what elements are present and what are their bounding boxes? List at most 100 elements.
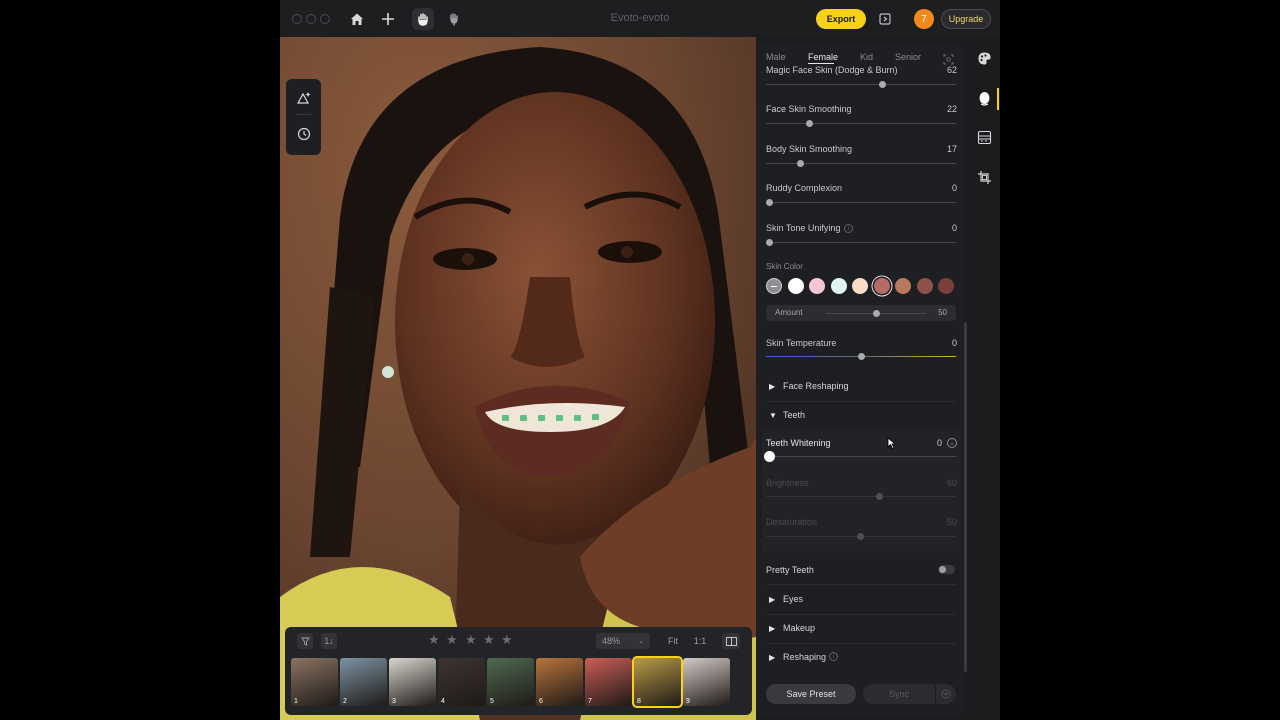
brightness-value: 60 [946,478,957,488]
crop-icon[interactable] [975,168,993,186]
face-skin-smoothing-track[interactable] [766,123,956,124]
info-icon[interactable]: i [844,224,853,233]
skin-temperature-label: Skin Temperature [766,338,837,348]
sync-settings-icon[interactable] [936,684,956,704]
thumbnail[interactable]: 9 [683,658,730,706]
body-skin-smoothing-knob[interactable] [797,160,805,167]
reshaping-section[interactable]: ▶ Reshaping i [756,644,964,672]
expand-arrow-icon: ▶ [769,382,776,391]
rating-star-3[interactable]: ★ [465,632,477,648]
face-skin-smoothing-knob[interactable] [806,120,814,127]
thumbnail[interactable]: 4 [438,658,485,706]
photo-canvas[interactable]: 1↓ ★ ★ ★ ★ ★ 48% ⌄ Fit 1:1 1 2 3 4 5 6 7 8 9 [280,37,756,720]
thumbnail[interactable]: 3 [389,658,436,706]
fit-button[interactable]: Fit [662,633,684,649]
export-panel-icon[interactable] [874,8,896,30]
left-toolbox [286,79,321,155]
filter-icon[interactable] [297,633,313,649]
thumbnail-number: 6 [539,698,543,705]
history-icon[interactable] [295,125,313,143]
thumbnail-number: 5 [490,698,494,705]
rating-star-4[interactable]: ★ [483,632,495,648]
background-icon[interactable] [975,128,993,146]
rating-star-2[interactable]: ★ [446,632,458,648]
thumbnail[interactable]: 2 [340,658,387,706]
face-reshaping-label: Face Reshaping [783,381,849,391]
active-tab-underline [808,63,834,64]
upgrade-button[interactable]: Upgrade [941,9,991,29]
brightness-knob [876,493,883,500]
pretty-teeth-toggle[interactable] [938,565,955,574]
ruddy-complexion-track[interactable] [766,202,956,203]
app-window: Evoto-evoto Export 7 Upgrade 1↓ ★ ★ ★ ★ … [280,0,1000,720]
thumbnail-number: 7 [588,698,592,705]
zoom-value: 48% [602,636,621,646]
compare-icon[interactable] [722,633,740,649]
thumbnail[interactable]: 8 [632,656,683,708]
teeth-section[interactable]: ▼ Teeth [756,402,964,430]
teeth-label: Teeth [783,410,806,420]
magic-face-skin-dodge-burn-knob[interactable] [879,81,887,88]
divider [766,584,956,585]
skin-color-swatch[interactable] [873,278,890,294]
palette-icon[interactable] [975,49,993,67]
notification-badge[interactable]: 7 [914,9,934,29]
magic-adjust-icon[interactable] [295,89,313,107]
desaturation-label: Desaturation [766,517,818,527]
mouse-cursor-icon [887,437,896,449]
sync-button[interactable]: Sync [863,684,935,704]
desaturation-knob [857,533,864,540]
teeth-settings-box: Teeth Whitening 0 ⌄ Brightness 60 Desatu… [762,429,960,553]
tab-senior[interactable]: Senior [895,52,921,62]
face-retouch-icon[interactable] [975,89,993,107]
rating-star-1[interactable]: ★ [428,632,440,648]
rating-star-5[interactable]: ★ [501,632,513,648]
teeth-whitening-track[interactable] [766,456,956,457]
skin-color-swatch[interactable] [938,278,954,294]
skin-tone-unifying-value: 0 [951,223,957,233]
portrait-photo [280,37,756,720]
amount-knob[interactable] [872,310,880,317]
tool-divider [296,114,311,115]
thumbnail[interactable]: 6 [536,658,583,706]
skin-tone-unifying-track[interactable] [766,242,956,243]
magic-face-skin-dodge-burn-track[interactable] [766,84,956,85]
thumbnail[interactable]: 1 [291,658,338,706]
skin-color-swatch[interactable] [852,278,868,294]
skin-color-swatch[interactable] [895,278,911,294]
body-skin-smoothing-track[interactable] [766,163,956,164]
skin-tone-unifying-knob[interactable] [766,239,773,246]
title-bar: Evoto-evoto Export 7 Upgrade [280,0,1000,37]
tab-female[interactable]: Female [808,52,838,62]
skin-color-swatch[interactable] [916,278,933,294]
zoom-select[interactable]: 48% ⌄ [596,633,650,649]
skin-temperature-knob[interactable] [858,353,865,360]
tab-male[interactable]: Male [766,52,786,62]
no-color-swatch[interactable] [766,278,782,294]
face-reshaping-section[interactable]: ▶ Face Reshaping [756,373,964,401]
thumbnail-number: 4 [441,698,445,705]
skin-color-swatch[interactable] [787,278,804,294]
desaturation-value: 50 [946,517,957,527]
thumbnail[interactable]: 7 [585,658,632,706]
thumbnail-number: 1 [294,698,298,705]
save-preset-button[interactable]: Save Preset [766,684,856,704]
thumbnail-number: 8 [637,698,641,705]
skin-color-swatch[interactable] [830,278,847,294]
teeth-whitening-knob[interactable] [764,451,775,462]
thumbnail[interactable]: 5 [487,658,534,706]
skin-color-swatch[interactable] [809,278,825,294]
toggle-knob [939,566,946,573]
info-icon[interactable]: i [829,652,838,661]
sort-button[interactable]: 1↓ [321,633,337,649]
one-to-one-button[interactable]: 1:1 [689,633,711,649]
skin-temperature-value: 0 [951,338,957,348]
ruddy-complexion-knob[interactable] [766,199,773,206]
eyes-section[interactable]: ▶ Eyes [756,586,964,614]
export-button[interactable]: Export [816,9,866,29]
panel-scrollbar[interactable] [964,322,967,672]
adjustment-panel: Male Female Kid Senior Magic Face Skin (Dod… [756,43,964,715]
tab-kid[interactable]: Kid [860,52,873,62]
options-chevron-icon[interactable]: ⌄ [947,438,957,448]
makeup-section[interactable]: ▶ Makeup [756,615,964,643]
